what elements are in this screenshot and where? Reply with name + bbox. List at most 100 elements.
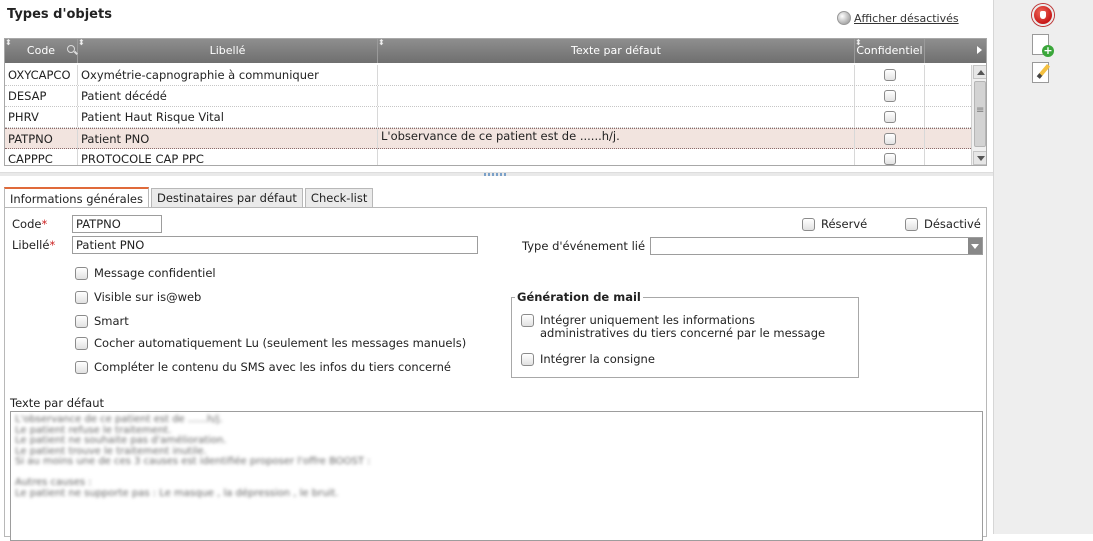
cell-confidential [855, 107, 925, 127]
splitter-grip-icon[interactable] [484, 173, 506, 176]
checkbox-row[interactable]: Cocher automatiquement Lu (seulement les… [75, 336, 466, 350]
desactive-checkbox[interactable] [905, 217, 918, 231]
cell-empty [925, 129, 971, 149]
sort-icon: ⬍ [5, 38, 12, 47]
page-title: Types d'objets [7, 7, 112, 22]
text-line: Le patient ne supporte pas : Le masque ,… [15, 487, 339, 499]
text-line: L'observance de ce patient est de ......… [15, 414, 223, 425]
text-line [15, 468, 978, 479]
libelle-input[interactable] [72, 236, 478, 254]
sort-icon: ⬍ [78, 38, 85, 47]
show-inactive-toggle[interactable]: Afficher désactivés [837, 11, 959, 25]
confidential-checkbox[interactable] [883, 111, 896, 123]
visible-isweb-checkbox[interactable] [75, 290, 88, 304]
checkbox-label: Cocher automatiquement Lu (seulement les… [94, 336, 467, 350]
consigne-label: Intégrer la consigne [540, 352, 655, 366]
cell-empty [925, 107, 971, 127]
table-row[interactable]: CAPPPC PROTOCOLE CAP PPC [5, 149, 971, 165]
table-row[interactable]: OXYCAPCO Oxymétrie-capnographie à commun… [5, 65, 971, 86]
scroll-up-icon[interactable] [973, 65, 986, 79]
checkbox-row[interactable]: Smart [75, 314, 129, 328]
checkbox-row[interactable]: Visible sur is@web [75, 290, 201, 304]
desactive-checkbox-row[interactable]: Désactivé [905, 217, 981, 231]
mail-option-row[interactable]: Intégrer uniquement les informations admi… [521, 314, 825, 340]
column-header-default-text[interactable]: Texte par défaut [378, 39, 855, 63]
cell-libelle: Patient Haut Risque Vital [78, 107, 378, 127]
cell-code: OXYCAPCO [5, 65, 78, 85]
cell-confidential [855, 65, 925, 85]
confidential-checkbox[interactable] [883, 133, 896, 145]
message-confidential-checkbox[interactable] [75, 266, 88, 280]
cell-code: PATPNO [5, 129, 78, 149]
cell-confidential [855, 129, 925, 149]
new-document-icon[interactable]: + [1032, 34, 1054, 57]
scroll-down-icon[interactable] [973, 151, 986, 165]
main-panel: Types d'objets Afficher désactivés Code … [0, 0, 993, 541]
event-type-select[interactable] [650, 237, 983, 255]
table-row-selected[interactable]: PATPNO Patient PNO L'observance de ce pa… [5, 128, 971, 149]
admin-info-label: Intégrer uniquement les informations admi… [540, 313, 826, 340]
chevron-down-icon[interactable] [968, 238, 982, 254]
code-label: Code* [12, 217, 48, 231]
cell-confidential [855, 149, 925, 165]
reserve-checkbox[interactable] [802, 217, 815, 231]
cell-default-text [378, 86, 855, 106]
reserve-label: Réservé [821, 217, 868, 231]
default-text-label: Texte par défaut [10, 396, 104, 410]
plus-icon: + [1042, 44, 1054, 57]
tab-general-info[interactable]: Informations générales [4, 187, 149, 209]
cell-libelle: PROTOCOLE CAP PPC [78, 149, 378, 165]
show-inactive-link[interactable]: Afficher désactivés [854, 12, 959, 25]
pencil-icon [1036, 64, 1051, 79]
cell-empty [925, 149, 971, 165]
checkbox-label: Compléter le contenu du SMS avec les inf… [94, 360, 451, 374]
column-header-confidential[interactable]: Confidentiel [855, 39, 925, 63]
sort-icon: ⬍ [378, 38, 385, 47]
column-header-libelle[interactable]: Libellé [78, 39, 378, 63]
sms-complete-checkbox[interactable] [75, 360, 88, 374]
checkbox-label: Message confidentiel [94, 266, 216, 280]
panel-splitter[interactable] [0, 172, 993, 176]
admin-info-checkbox[interactable] [521, 314, 534, 327]
sort-icon: ⬍ [855, 38, 862, 47]
checkbox-label: Visible sur is@web [94, 290, 202, 304]
text-line: Autres causes : [15, 477, 92, 488]
confidential-checkbox[interactable] [883, 153, 896, 165]
table-row[interactable]: PHRV Patient Haut Risque Vital [5, 107, 971, 128]
smart-checkbox[interactable] [75, 314, 88, 328]
text-line: Si au moins une de ces 3 causes est iden… [15, 456, 371, 467]
scroll-thumb[interactable] [974, 81, 986, 147]
libelle-label: Libellé* [12, 238, 56, 252]
tab-default-recipients[interactable]: Destinataires par défaut [151, 188, 303, 208]
cell-default-text: L'observance de ce patient est de ......… [378, 129, 855, 149]
edit-document-icon[interactable] [1032, 62, 1051, 83]
cell-default-text [378, 65, 855, 85]
checkbox-label: Smart [94, 314, 129, 328]
table-row[interactable]: DESAP Patient décédé [5, 86, 971, 107]
toggle-ball-icon [837, 11, 851, 25]
confidential-checkbox[interactable] [883, 69, 896, 81]
cell-code: CAPPPC [5, 149, 78, 165]
reserve-checkbox-row[interactable]: Réservé [802, 217, 867, 231]
scroll-right-icon[interactable] [977, 46, 982, 54]
consigne-checkbox[interactable] [521, 352, 534, 366]
grid-vertical-scrollbar[interactable] [971, 65, 986, 165]
cell-default-text [378, 149, 855, 165]
default-text-area[interactable]: L'observance de ce patient est de ......… [10, 411, 983, 541]
cell-libelle: Patient décédé [78, 86, 378, 106]
confidential-checkbox[interactable] [883, 90, 896, 102]
cell-empty [925, 65, 971, 85]
search-icon[interactable] [67, 45, 75, 53]
checkbox-row[interactable]: Message confidentiel [75, 266, 216, 280]
text-line: Le patient ne souhaite pas d'amélioratio… [15, 435, 227, 446]
grid-header: Code ⬍ Libellé ⬍ Texte par défaut ⬍ Conf… [5, 39, 986, 63]
mail-option-row[interactable]: Intégrer la consigne [521, 352, 655, 366]
tab-checklist[interactable]: Check-list [304, 188, 374, 208]
auto-read-checkbox[interactable] [75, 336, 88, 350]
stop-hand-icon[interactable] [1032, 4, 1054, 26]
checkbox-row[interactable]: Compléter le contenu du SMS avec les inf… [75, 360, 451, 374]
cell-code: PHRV [5, 107, 78, 127]
cell-confidential [855, 86, 925, 106]
code-input[interactable] [72, 215, 162, 233]
tab-bar: Informations générales Destinataires par… [4, 186, 375, 209]
